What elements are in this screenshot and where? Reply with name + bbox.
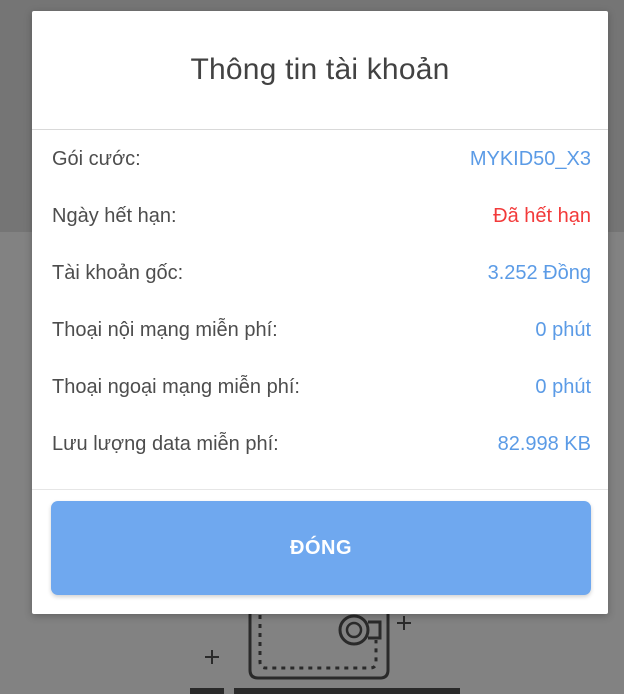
expiry-label: Ngày hết hạn: (52, 205, 177, 227)
onnet-minutes-label: Thoại nội mạng miễn phí: (52, 319, 278, 341)
footer-divider (32, 489, 608, 490)
expiry-value: Đã hết hạn (493, 205, 591, 227)
account-info-dialog: Thông tin tài khoản Gói cước: MYKID50_X3… (32, 11, 608, 614)
main-balance-label: Tài khoản gốc: (52, 262, 184, 284)
camera-illustration-icon (190, 600, 460, 694)
dialog-title: Thông tin tài khoản (190, 53, 450, 86)
package-label: Gói cước: (52, 148, 141, 170)
info-row-offnet-minutes: Thoại ngoại mạng miễn phí: 0 phút (32, 359, 608, 416)
info-row-free-data: Lưu lượng data miễn phí: 82.998 KB (32, 416, 608, 473)
title-divider (32, 129, 608, 130)
info-row-main-balance: Tài khoản gốc: 3.252 Đồng (32, 245, 608, 302)
package-value: MYKID50_X3 (469, 148, 591, 170)
free-data-label: Lưu lượng data miễn phí: (52, 433, 279, 455)
account-info-list: Gói cước: MYKID50_X3 Ngày hết hạn: Đã hế… (32, 131, 608, 473)
onnet-minutes-value: 0 phút (535, 319, 591, 341)
info-row-expiry: Ngày hết hạn: Đã hết hạn (32, 188, 608, 245)
offnet-minutes-label: Thoại ngoại mạng miễn phí: (52, 376, 300, 398)
close-button[interactable]: ĐÓNG (51, 501, 591, 595)
free-data-value: 82.998 KB (497, 433, 591, 455)
info-row-onnet-minutes: Thoại nội mạng miễn phí: 0 phút (32, 302, 608, 359)
offnet-minutes-value: 0 phút (535, 376, 591, 398)
info-row-package: Gói cước: MYKID50_X3 (32, 131, 608, 188)
main-balance-value: 3.252 Đồng (487, 262, 591, 284)
